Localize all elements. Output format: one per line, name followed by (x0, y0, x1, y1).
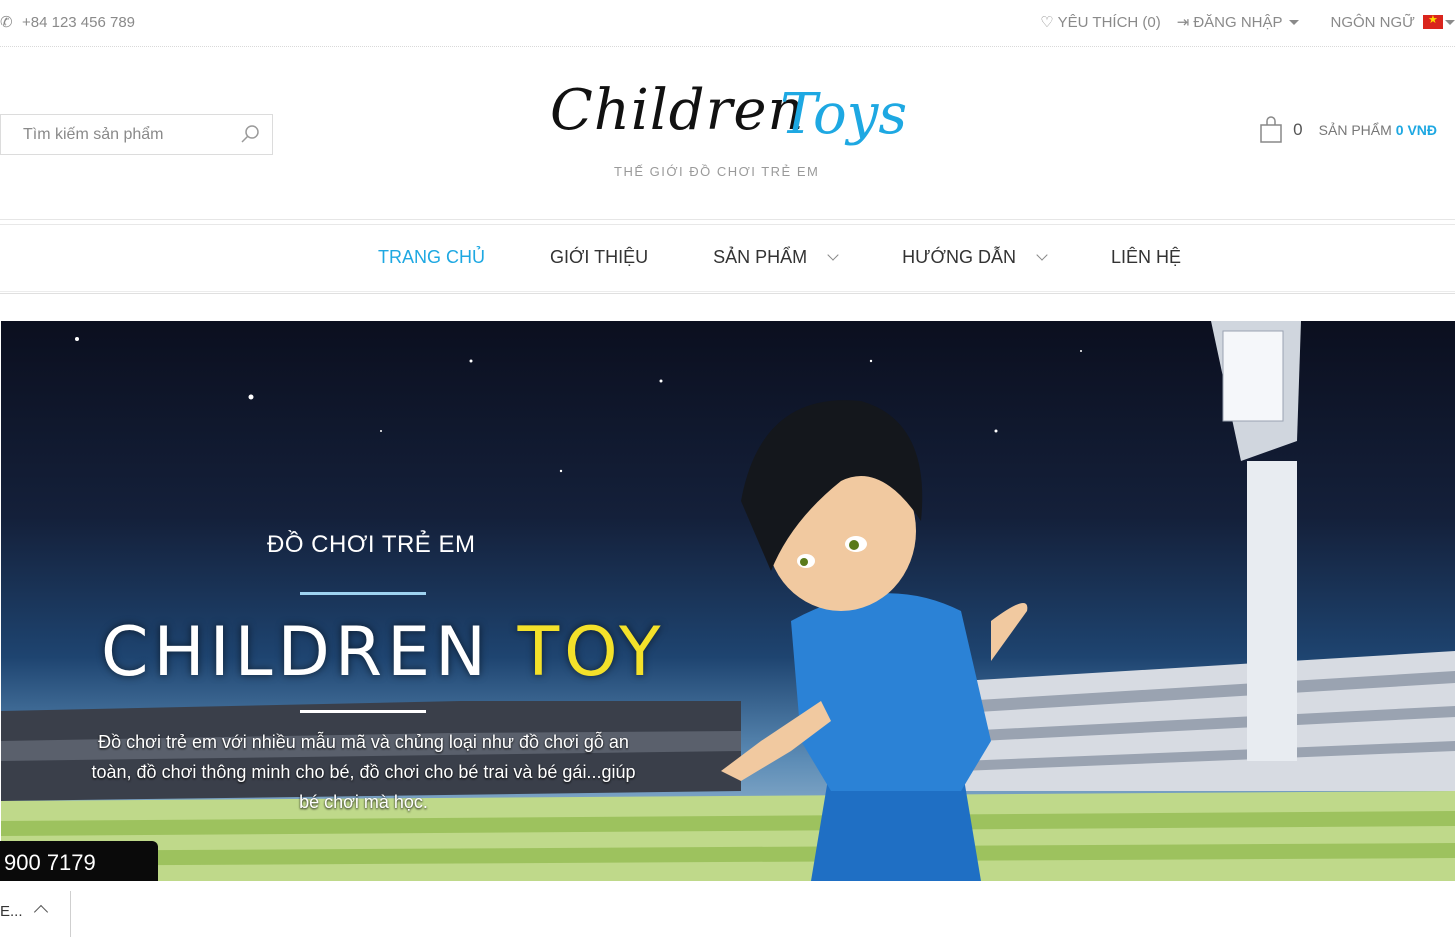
nav-menu: TRANG CHỦ GIỚI THIỆU SẢN PHẨM HƯỚNG DẪN LIÊN… (378, 247, 1181, 268)
main-nav: TRANG CHỦ GIỚI THIỆU SẢN PHẨM HƯỚNG DẪN LIÊN… (0, 221, 1455, 294)
hero-banner[interactable]: ĐỒ CHƠI TRẺ EM CHILDREN TOY Đồ chơi trẻ … (1, 321, 1455, 881)
cart-label: SẢN PHẨM (1318, 122, 1392, 138)
search-box (0, 114, 273, 155)
hotline-badge[interactable]: 900 7179 (0, 841, 158, 883)
heart-icon: ♡ (1040, 14, 1054, 31)
banner-description: Đồ chơi trẻ em với nhiều mẫu mã và chủng… (91, 732, 636, 812)
nav-item-1[interactable]: TRANG CHỦ (378, 247, 485, 268)
nav-item-2[interactable]: GIỚI THIỆU (550, 247, 648, 268)
chevron-down-icon (1445, 19, 1455, 25)
top-right-links: ♡ YÊU THÍCH (0) ⇥ ĐĂNG NHẬP NGÔN NGỮ (1024, 13, 1455, 31)
language-selector[interactable]: NGÔN NGỮ (1330, 13, 1455, 31)
logo-word-toys: Toys (780, 82, 908, 147)
login-link[interactable]: ⇥ ĐĂNG NHẬP (1177, 13, 1299, 31)
bottom-divider (70, 891, 71, 937)
phone-number: +84 123 456 789 (22, 13, 136, 31)
site-header: Children Toys THẾ GIỚI ĐỒ CHƠI TRẺ EM 0 … (0, 48, 1455, 220)
nav-item-label: GIỚI THIỆU (550, 247, 649, 267)
nav-top-divider (0, 224, 1455, 225)
chevron-down-icon[interactable] (827, 248, 839, 261)
bottom-toolbar: E... (0, 881, 1455, 941)
chevron-down-icon[interactable] (1036, 248, 1048, 261)
banner-title: CHILDREN TOY (101, 613, 666, 692)
cart-count: 0 (1293, 120, 1303, 139)
mini-cart[interactable]: 0 SẢN PHẨM 0 VNĐ (1259, 116, 1437, 144)
wishlist-label: YÊU THÍCH (0) (1057, 13, 1161, 31)
banner-subtitle: ĐỒ CHƠI TRẺ EM (267, 531, 476, 558)
nav-bottom-divider (0, 291, 1455, 292)
logo-tagline: THẾ GIỚI ĐỒ CHƠI TRẺ EM (614, 164, 820, 179)
shopping-bag-icon (1260, 116, 1282, 143)
nav-item-label: HƯỚNG DẪN (902, 247, 1016, 267)
phone-contact[interactable]: ✆ +84 123 456 789 (0, 13, 136, 32)
nav-item-label: LIÊN HỆ (1110, 247, 1181, 267)
search-input[interactable] (1, 115, 231, 154)
banner-divider-bottom (300, 710, 426, 713)
bottom-truncated-text: E... (0, 903, 23, 920)
language-label: NGÔN NGỮ (1330, 13, 1415, 31)
chevron-up-icon[interactable] (33, 904, 49, 920)
nav-item-5[interactable]: LIÊN HỆ (1111, 247, 1181, 268)
stars (75, 337, 1082, 473)
cart-total: 0 VNĐ (1395, 122, 1437, 138)
top-bar: ✆ +84 123 456 789 ♡ YÊU THÍCH (0) ⇥ ĐĂNG… (0, 0, 1455, 47)
vietnam-flag-icon (1423, 13, 1443, 29)
search-icon[interactable] (240, 124, 260, 144)
site-logo[interactable]: Children Toys THẾ GIỚI ĐỒ CHƠI TRẺ EM (548, 76, 918, 186)
phone-icon: ✆ (0, 14, 13, 31)
wishlist-link[interactable]: ♡ YÊU THÍCH (0) (1040, 13, 1161, 32)
nav-item-3[interactable]: SẢN PHẨM (713, 247, 839, 268)
chevron-down-icon (1288, 19, 1299, 25)
logo-word-children: Children (550, 78, 805, 143)
login-icon: ⇥ (1176, 14, 1190, 31)
banner-title-yellow: TOY (517, 613, 666, 692)
nav-item-4[interactable]: HƯỚNG DẪN (902, 247, 1048, 268)
banner-title-white: CHILDREN (101, 613, 491, 692)
login-label: ĐĂNG NHẬP (1193, 13, 1283, 31)
banner-divider-top (300, 592, 426, 595)
nav-item-label: TRANG CHỦ (378, 247, 485, 267)
nav-item-label: SẢN PHẨM (713, 247, 808, 267)
